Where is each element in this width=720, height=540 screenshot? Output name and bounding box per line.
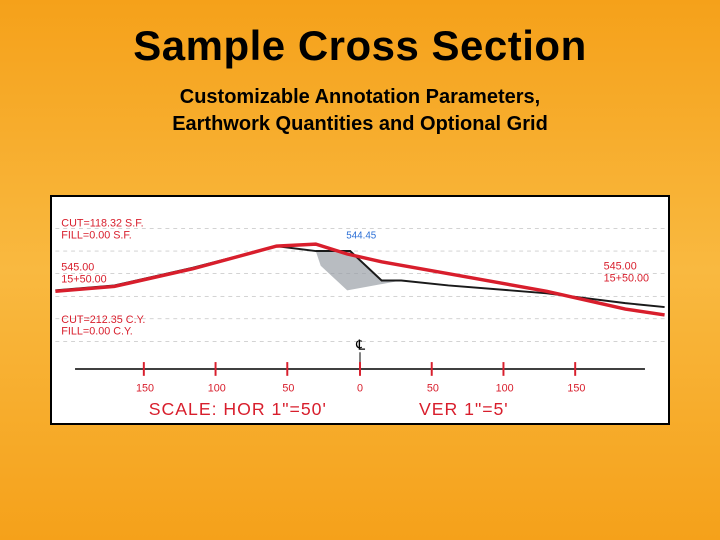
scale-hor-label: SCALE: HOR 1"=50' bbox=[149, 399, 327, 419]
right-station-label: 15+50.00 bbox=[604, 273, 649, 285]
tick-label: 150 bbox=[136, 383, 154, 395]
left-station-label: 15+50.00 bbox=[61, 273, 106, 285]
subtitle-line-1: Customizable Annotation Parameters, bbox=[180, 86, 540, 108]
tick-label: 150 bbox=[567, 383, 585, 395]
right-elev-label: 545.00 bbox=[604, 261, 637, 273]
tick-label: 50 bbox=[282, 383, 294, 395]
scale-ver-label: VER 1"=5' bbox=[419, 399, 509, 419]
subtitle-line-2: Earthwork Quantities and Optional Grid bbox=[172, 113, 548, 135]
chart-svg: CUT=118.32 S.F. FILL=0.00 S.F. 545.00 15… bbox=[52, 197, 668, 423]
page-title: Sample Cross Section bbox=[0, 0, 720, 70]
cl-elev-label: 544.45 bbox=[346, 230, 377, 241]
cut-cy-label: CUT=212.35 C.Y. bbox=[61, 314, 145, 326]
tick-label: 100 bbox=[208, 383, 226, 395]
tick-label: 100 bbox=[496, 383, 514, 395]
left-elev-label: 545.00 bbox=[61, 262, 94, 274]
cut-sf-label: CUT=118.32 S.F. bbox=[61, 217, 143, 229]
fill-cy-label: FILL=0.00 C.Y. bbox=[61, 326, 133, 338]
cross-section-chart: CUT=118.32 S.F. FILL=0.00 S.F. 545.00 15… bbox=[50, 195, 670, 425]
fill-sf-label: FILL=0.00 S.F. bbox=[61, 229, 132, 241]
centerline-mark: ℄ bbox=[355, 337, 365, 352]
page-subtitle: Customizable Annotation Parameters, Eart… bbox=[0, 84, 720, 138]
tick-label: 0 bbox=[357, 383, 363, 395]
tick-label: 50 bbox=[427, 383, 439, 395]
